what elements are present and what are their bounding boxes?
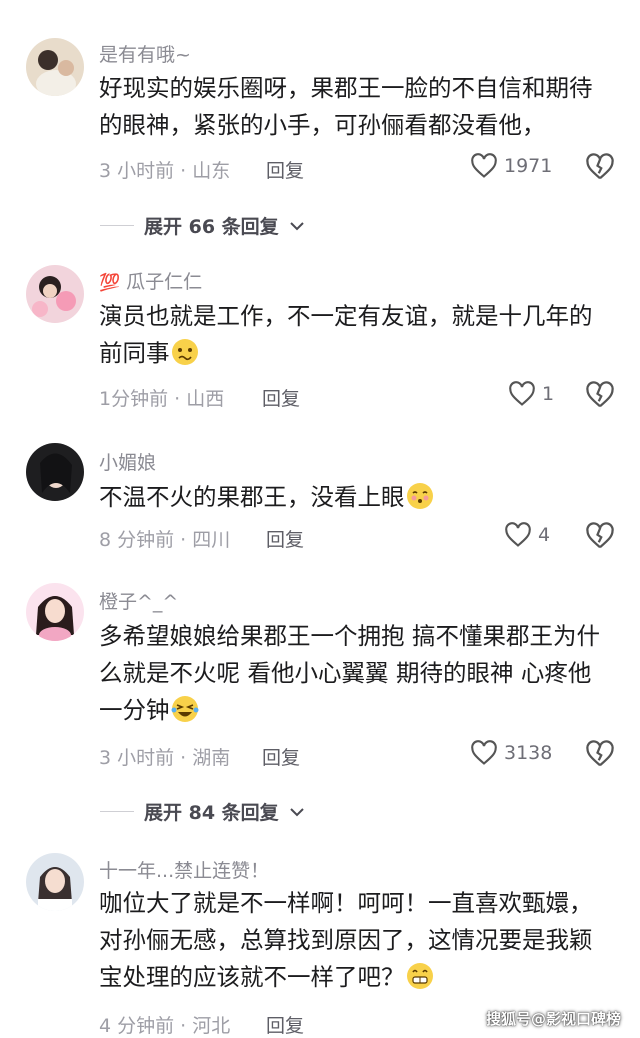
heart-icon [471,740,497,765]
avatar[interactable] [26,583,84,641]
comment-time-location: 3 小时前 · 湖南 [99,747,231,769]
like-button[interactable]: 1 [508,381,554,407]
like-count: 1 [542,383,555,405]
avatar[interactable] [26,38,84,96]
broken-heart-icon[interactable] [585,380,615,410]
reply-button[interactable]: 回复 [266,156,304,183]
chevron-down-icon [289,221,304,230]
rolling-laughing-emoji [171,696,198,722]
comment-text: 多希望娘娘给果郡王一个拥抱 搞不懂果郡王为什么就是不火呢 看他小心翼翼 期待的眼… [99,622,600,724]
like-count: 4 [538,524,551,546]
heart-icon [471,153,497,178]
broken-heart-icon[interactable] [585,521,615,551]
heart-icon [505,522,531,547]
like-button[interactable]: 4 [504,522,550,548]
divider-line [100,811,134,812]
reply-button[interactable]: 回复 [262,743,300,770]
watermark: 搜狐号@影视口碑榜 [486,1010,622,1028]
broken-heart-icon[interactable] [585,152,615,182]
comment-text: 好现实的娱乐圈呀，果郡王一脸的不自信和期待的眼神，紧张的小手，可孙俪看都没看他， [99,74,593,139]
comment-time-location: 8 分钟前 · 四川 [99,529,231,551]
hundred-points-badge: 💯 [99,273,121,293]
username[interactable]: 小媚娘 [99,448,156,475]
broken-heart-icon[interactable] [585,739,615,769]
username[interactable]: 十一年...禁止连赞！ [99,856,269,883]
comment-time-location: 3 小时前 · 山东 [99,160,231,182]
grinning-face-emoji [406,963,433,989]
like-button[interactable]: 1971 [470,153,552,179]
comment-time-location: 4 分钟前 · 河北 [99,1015,231,1037]
avatar[interactable] [26,443,84,501]
comment-text: 咖位大了就是不一样啊！呵呵！一直喜欢甄嬛，对孙俪无感，总算找到原因了，这情况要是… [99,889,593,991]
reply-button[interactable]: 回复 [266,525,304,552]
chevron-down-icon [289,807,304,816]
reply-button[interactable]: 回复 [262,384,300,411]
expand-replies-button[interactable]: 展开 84 条回复 [100,798,305,825]
confused-face-emoji [171,339,198,365]
comment-time-location: 1分钟前 · 山西 [99,388,225,410]
like-count: 3138 [504,742,553,764]
like-button[interactable]: 3138 [470,740,552,766]
kiss-face-emoji [406,483,433,509]
expand-replies-button[interactable]: 展开 66 条回复 [100,212,305,239]
username[interactable]: 是有有哦~ [99,40,191,67]
heart-icon [509,381,535,406]
username[interactable]: 💯 瓜子仁仁 [99,267,202,294]
avatar[interactable] [26,853,84,911]
avatar[interactable] [26,265,84,323]
comment-text: 演员也就是工作，不一定有友谊，就是十几年的前同事 [99,302,593,367]
username[interactable]: 橙子^_^ [99,587,178,614]
reply-button[interactable]: 回复 [266,1011,304,1038]
like-count: 1971 [504,155,553,177]
divider-line [100,225,134,226]
comment-text: 不温不火的果郡王，没看上眼 [99,479,614,516]
